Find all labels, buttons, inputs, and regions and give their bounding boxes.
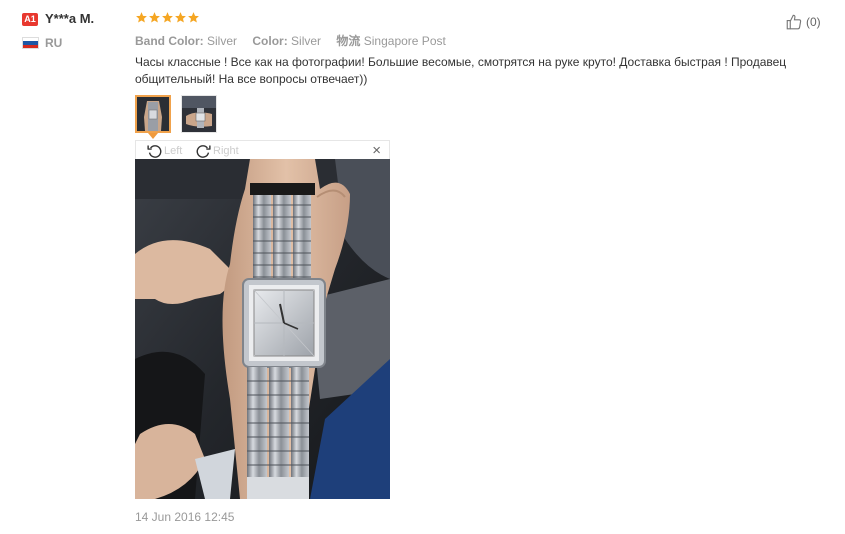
- attr-value-band-color: Silver: [207, 34, 238, 48]
- order-attributes: Band Color: Silver Color: Silver 物流 Sing…: [135, 32, 458, 49]
- star-icon: [148, 11, 161, 24]
- rotate-left-button[interactable]: Left: [146, 142, 182, 159]
- review-photo-thumbnail-1[interactable]: [135, 95, 171, 133]
- reviewer-name: Y***a M.: [45, 11, 95, 26]
- star-icon: [135, 11, 148, 24]
- reviewer-level-badge: A1: [22, 13, 38, 26]
- review-photo-thumbnail-2[interactable]: [181, 95, 217, 133]
- review-text: Часы классные ! Все как на фотографии! Б…: [135, 55, 787, 86]
- rotate-right-icon[interactable]: [195, 142, 212, 159]
- star-icon: [187, 11, 200, 24]
- attr-label-band-color: Band Color:: [135, 34, 204, 48]
- thumbs-up-icon[interactable]: [785, 13, 803, 31]
- helpful-count: (0): [806, 15, 821, 29]
- attr-label-color: Color:: [252, 34, 288, 48]
- attr-label-logistics: 物流: [336, 34, 361, 48]
- rotate-left-icon[interactable]: [146, 142, 163, 159]
- review-date: 14 Jun 2016 12:45: [135, 510, 235, 524]
- review-photo-large: [135, 159, 390, 499]
- country-flag-icon: [22, 37, 39, 49]
- thumbnail-selected-caret: [148, 133, 158, 139]
- rating-stars: [135, 11, 200, 25]
- reviewer-country: RU: [45, 36, 63, 50]
- attr-value-logistics: Singapore Post: [363, 34, 446, 48]
- rotate-right-label[interactable]: Right: [213, 145, 239, 157]
- rotate-right-button[interactable]: Right: [195, 142, 239, 159]
- attr-value-color: Silver: [291, 34, 322, 48]
- image-viewer-toolbar: Left Right ×: [135, 140, 390, 159]
- rotate-left-label[interactable]: Left: [164, 145, 182, 157]
- star-icon: [174, 11, 187, 24]
- helpful-button[interactable]: (0): [785, 13, 821, 31]
- close-viewer-button[interactable]: ×: [372, 143, 381, 158]
- star-icon: [161, 11, 174, 24]
